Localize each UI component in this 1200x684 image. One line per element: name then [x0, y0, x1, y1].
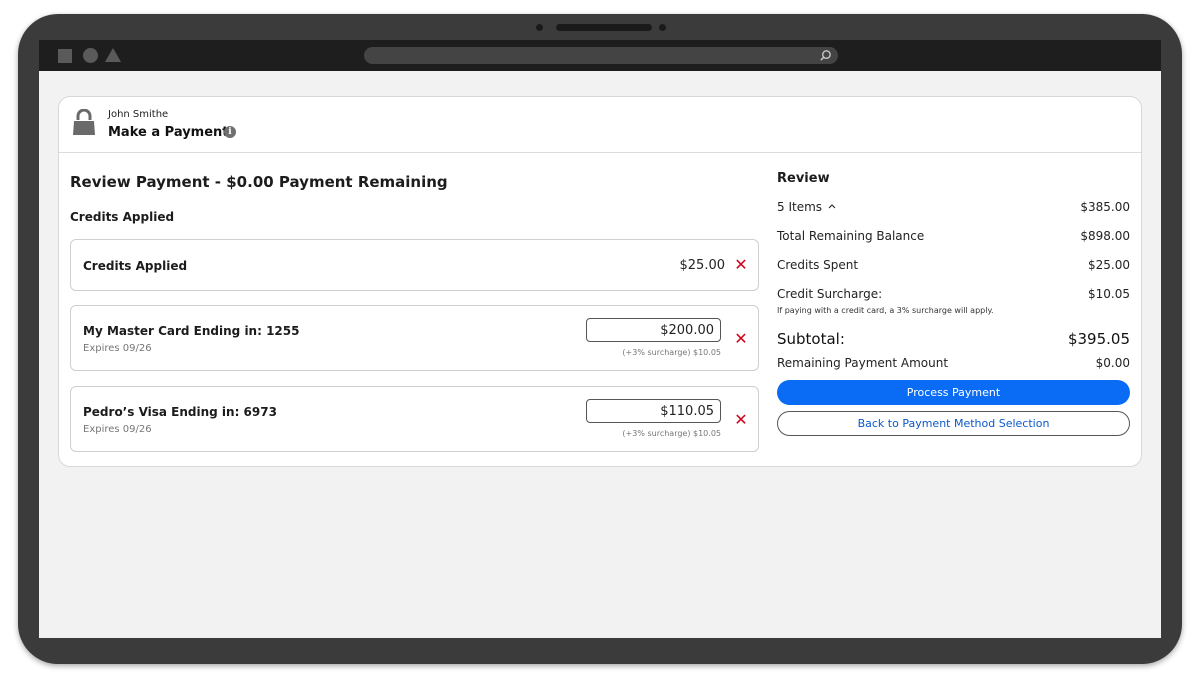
device-frame: John Smithe Make a Payment i Review Paym…	[18, 14, 1182, 664]
remove-credits-icon[interactable]: ✕	[734, 257, 748, 273]
mastercard-label: My Master Card Ending in: 1255	[83, 324, 300, 338]
surcharge-note: If paying with a credit card, a 3% surch…	[777, 306, 994, 315]
review-payment-title: Review Payment - $0.00 Payment Remaining	[70, 173, 448, 191]
credits-applied-heading: Credits Applied	[70, 210, 175, 224]
process-payment-button[interactable]: Process Payment	[777, 380, 1130, 405]
remaining-value: $0.00	[1095, 356, 1130, 370]
subtotal-label: Subtotal:	[777, 330, 845, 348]
surcharge-value: $10.05	[1088, 287, 1130, 301]
mastercard-amount-input[interactable]	[586, 318, 721, 342]
surcharge-label: Credit Surcharge:	[777, 287, 883, 301]
items-label[interactable]: 5 Items	[777, 200, 836, 214]
mastercard-surcharge: (+3% surcharge) $10.05	[622, 348, 721, 357]
speaker-slot	[556, 24, 652, 31]
visa-surcharge: (+3% surcharge) $10.05	[622, 429, 721, 438]
info-icon[interactable]: i	[224, 126, 236, 138]
credits-spent-value: $25.00	[1088, 258, 1130, 272]
visa-amount-input[interactable]	[586, 399, 721, 423]
credits-row-amount: $25.00	[679, 258, 726, 273]
camera-dot	[536, 24, 543, 31]
subtotal-value: $395.05	[1067, 330, 1130, 348]
circle-icon[interactable]	[83, 48, 98, 63]
balance-value: $898.00	[1080, 229, 1130, 243]
credits-row: Credits Applied $25.00 ✕	[70, 239, 759, 291]
visa-row: Pedro’s Visa Ending in: 6973 Expires 09/…	[70, 386, 759, 452]
triangle-icon[interactable]	[105, 48, 121, 62]
search-icon[interactable]	[819, 49, 832, 62]
url-bar[interactable]	[364, 47, 838, 64]
credits-row-label: Credits Applied	[83, 259, 188, 273]
items-value: $385.00	[1080, 200, 1130, 214]
review-title: Review	[777, 171, 830, 186]
visa-expiry: Expires 09/26	[83, 424, 152, 435]
remaining-label: Remaining Payment Amount	[777, 356, 949, 370]
back-to-payment-method-button[interactable]: Back to Payment Method Selection	[777, 411, 1130, 436]
payment-card: John Smithe Make a Payment i Review Paym…	[58, 96, 1142, 467]
items-count: 5 Items	[777, 200, 823, 214]
sensor-dot	[659, 24, 666, 31]
lock-icon	[73, 109, 95, 135]
mastercard-row: My Master Card Ending in: 1255 Expires 0…	[70, 305, 759, 371]
mastercard-expiry: Expires 09/26	[83, 343, 152, 354]
square-icon[interactable]	[58, 49, 72, 63]
screen: John Smithe Make a Payment i Review Paym…	[39, 40, 1161, 638]
review-panel: Review 5 Items $385.00 Total Remaining B…	[777, 97, 1130, 466]
user-name: John Smithe	[108, 109, 169, 120]
remove-mastercard-icon[interactable]: ✕	[734, 331, 748, 347]
chevron-up-icon[interactable]	[828, 202, 836, 210]
credits-spent-label: Credits Spent	[777, 258, 859, 272]
remove-visa-icon[interactable]: ✕	[734, 412, 748, 428]
page-title: Make a Payment	[108, 125, 229, 140]
browser-toolbar	[39, 40, 1161, 71]
visa-label: Pedro’s Visa Ending in: 6973	[83, 405, 277, 419]
balance-label: Total Remaining Balance	[777, 229, 925, 243]
